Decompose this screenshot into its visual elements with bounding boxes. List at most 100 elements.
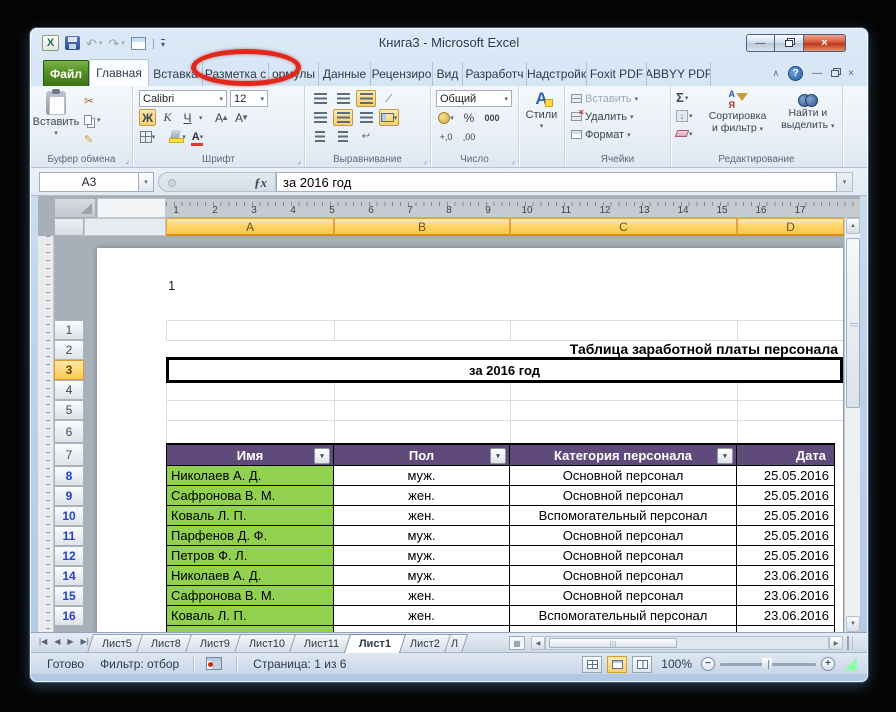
column-header-D[interactable]: D: [737, 218, 844, 236]
table-cell[interactable]: Основной персонал: [510, 566, 737, 586]
table-header-0[interactable]: Имя ▾: [166, 443, 334, 466]
tab-developer[interactable]: Разработч: [463, 62, 527, 86]
maximize-button[interactable]: [775, 34, 804, 52]
hscroll-right-icon[interactable]: ▶: [829, 636, 843, 650]
increase-decimal-button[interactable]: +,0: [436, 128, 456, 145]
table-cell[interactable]: 25.05.2016: [737, 466, 835, 486]
row-header-10[interactable]: 10: [54, 506, 84, 526]
shrink-font-button[interactable]: А ▼: [234, 109, 251, 126]
table-header-1[interactable]: Пол ▾: [334, 443, 510, 466]
tab-file[interactable]: Файл: [43, 60, 89, 86]
percent-button[interactable]: %: [459, 109, 479, 126]
expand-formula-bar-icon[interactable]: ▾: [837, 172, 853, 192]
insert-function-icon[interactable]: ƒx: [254, 175, 267, 191]
vertical-scroll-thumb[interactable]: [846, 238, 860, 408]
minimize-button[interactable]: —: [746, 34, 775, 52]
table-cell[interactable]: Основной персонал: [510, 486, 737, 506]
horizontal-scroll-thumb[interactable]: [549, 638, 677, 648]
copy-button[interactable]: ▾: [81, 112, 104, 128]
hscroll-left-icon[interactable]: ◀: [531, 636, 545, 650]
row-header-7[interactable]: 7: [54, 443, 84, 466]
format-cells-button[interactable]: Формат ▾: [571, 127, 670, 142]
table-cell[interactable]: Парфенов Д. Ф.: [166, 526, 334, 546]
table-cell[interactable]: Николаев А. Д.: [166, 566, 334, 586]
ruler-corner-box[interactable]: [54, 198, 96, 218]
table-cell[interactable]: 23.06.2016: [737, 586, 835, 606]
tab-abbyy[interactable]: ABBYY PDF: [647, 62, 711, 86]
normal-view-button[interactable]: [582, 655, 603, 673]
fill-button[interactable]: ↓ ▾: [676, 108, 701, 123]
align-middle-button[interactable]: [333, 90, 353, 107]
table-cell[interactable]: муж.: [334, 466, 510, 486]
tab-data[interactable]: Данные: [319, 62, 371, 86]
zoom-in-button[interactable]: +: [821, 657, 835, 671]
table-cell[interactable]: жен.: [334, 506, 510, 526]
scroll-up-icon[interactable]: ▲: [846, 218, 860, 234]
table-cell[interactable]: Сафронова В. М.: [166, 486, 334, 506]
table-title-cell[interactable]: Таблица заработной платы персонала: [166, 340, 838, 358]
align-top-button[interactable]: [310, 90, 330, 107]
tab-view[interactable]: Вид: [433, 62, 463, 86]
workbook-close-icon[interactable]: ×: [848, 68, 854, 79]
select-all-corner[interactable]: [54, 218, 84, 236]
insert-worksheet-icon[interactable]: ▦: [509, 636, 525, 650]
clear-button[interactable]: ▾: [674, 126, 701, 141]
row-header-12[interactable]: 12: [54, 546, 84, 566]
workbook-restore-icon[interactable]: [831, 70, 840, 77]
table-header-3[interactable]: Дата: [737, 443, 835, 466]
alignment-dialog-launcher[interactable]: ⌟: [423, 156, 427, 165]
row-header-16[interactable]: 16: [54, 606, 84, 626]
zoom-level[interactable]: 100%: [661, 657, 692, 671]
filter-dropdown-icon[interactable]: ▾: [490, 448, 506, 464]
bold-button[interactable]: Ж: [139, 109, 156, 126]
table-cell[interactable]: муж.: [334, 566, 510, 586]
table-cell[interactable]: Основной персонал: [510, 526, 737, 546]
paste-dropdown-icon[interactable]: ▾: [54, 129, 58, 137]
decrease-decimal-button[interactable]: ,00: [459, 128, 479, 145]
column-header-A[interactable]: A: [166, 218, 334, 236]
cut-button[interactable]: ✂: [81, 93, 104, 109]
font-dialog-launcher[interactable]: ⌟: [297, 156, 301, 165]
sheet-tab-Лист1[interactable]: Лист1: [343, 634, 406, 653]
filter-dropdown-icon[interactable]: ▾: [314, 448, 330, 464]
table-cell[interactable]: муж.: [334, 546, 510, 566]
delete-cells-button[interactable]: Удалить ▾: [571, 107, 670, 124]
clipboard-dialog-launcher[interactable]: ⌟: [125, 156, 129, 165]
tab-split-handle[interactable]: [847, 636, 853, 650]
table-cell[interactable]: Петров Ф. Л.: [166, 546, 334, 566]
row-header-1[interactable]: 1: [54, 320, 84, 340]
align-right-button[interactable]: [356, 109, 376, 126]
row-header-11[interactable]: 11: [54, 526, 84, 546]
thousands-button[interactable]: 000: [482, 109, 502, 126]
workbook-minimize-icon[interactable]: —: [812, 68, 822, 79]
number-format-select[interactable]: Общий ▾: [436, 90, 512, 107]
increase-indent-button[interactable]: [333, 128, 353, 145]
page-layout-view-button[interactable]: [607, 655, 628, 673]
align-center-button[interactable]: [333, 109, 353, 126]
table-cell[interactable]: жен.: [334, 586, 510, 606]
table-cell[interactable]: Основной персонал: [510, 466, 737, 486]
table-cell[interactable]: Вспомогательный персонал: [510, 606, 737, 626]
scroll-down-icon[interactable]: ▼: [846, 616, 860, 632]
insert-cells-button[interactable]: Вставить ▾: [571, 91, 670, 106]
zoom-slider[interactable]: [720, 657, 816, 671]
merge-center-button[interactable]: ▾: [379, 109, 399, 126]
table-cell[interactable]: 25.05.2016: [737, 486, 835, 506]
tab-review[interactable]: Рецензиро: [371, 62, 433, 86]
tab-foxit[interactable]: Foxit PDF: [587, 62, 647, 86]
table-cell[interactable]: Основной персонал: [510, 586, 737, 606]
zoom-slider-thumb[interactable]: [762, 658, 772, 671]
first-sheet-icon[interactable]: |◀: [39, 637, 47, 646]
table-cell[interactable]: Вспомогательный персонал: [510, 506, 737, 526]
name-box[interactable]: A3: [39, 172, 139, 192]
tab-home[interactable]: Главная: [89, 59, 149, 86]
font-family-select[interactable]: Calibri ▾: [139, 90, 227, 107]
font-color-button[interactable]: А ▾: [189, 128, 206, 146]
row-header-15[interactable]: 15: [54, 586, 84, 606]
autosum-button[interactable]: Σ ▾: [676, 90, 701, 105]
table-cell[interactable]: Коваль Л. П.: [166, 606, 334, 626]
grow-font-button[interactable]: А ▲: [214, 109, 231, 126]
underline-button[interactable]: Ч: [179, 109, 196, 126]
column-header-B[interactable]: B: [334, 218, 510, 236]
table-cell[interactable]: 23.06.2016: [737, 566, 835, 586]
